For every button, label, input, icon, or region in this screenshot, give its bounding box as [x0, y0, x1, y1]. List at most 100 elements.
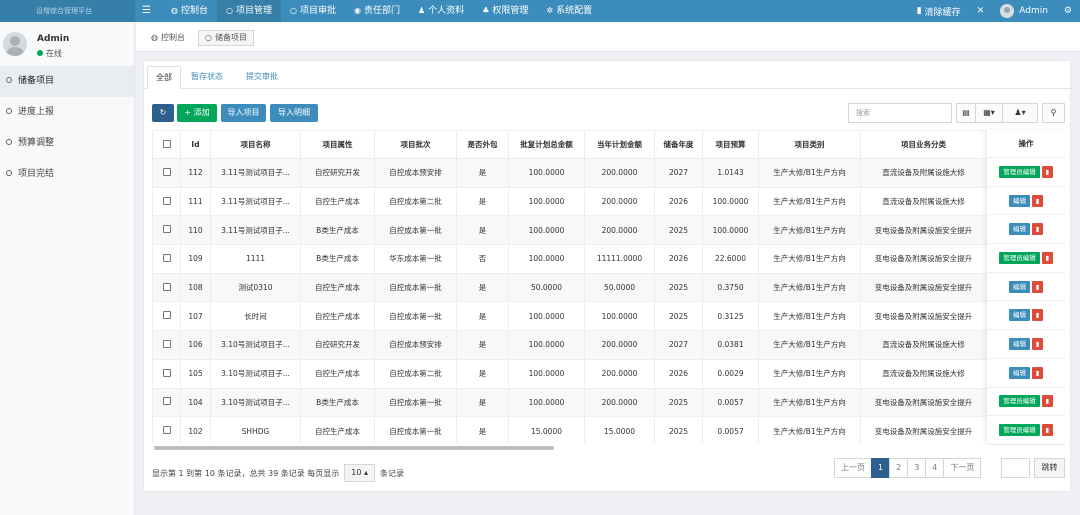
row-checkbox[interactable]	[152, 416, 181, 443]
horizontal-scrollbar[interactable]	[154, 446, 554, 450]
delete-trash-icon[interactable]: ▮	[1032, 309, 1043, 322]
import-project-button[interactable]: 导入项目	[221, 104, 266, 122]
col-outsource[interactable]: 是否外包	[456, 130, 509, 159]
col-annual-plan[interactable]: 当年计划金额	[584, 130, 655, 159]
page-jump-button[interactable]: 跳转	[1034, 458, 1065, 478]
row-checkbox[interactable]	[152, 244, 181, 274]
sidebar-item[interactable]: 项目完结	[0, 159, 134, 190]
table-row[interactable]: 107 长时间 自控生产成本 自控成本第一批是 100.0000 100.0000 2025…	[152, 301, 1065, 332]
row-checkbox[interactable]	[152, 158, 181, 188]
page-jump-input[interactable]	[1001, 458, 1030, 478]
cell-reserve-year: 2025	[654, 272, 703, 303]
breadcrumb-reserve-projects[interactable]: ○ 储备项目	[198, 30, 254, 46]
delete-trash-icon[interactable]: ▮	[1032, 280, 1043, 293]
cell-id: 104	[180, 387, 211, 418]
table-row[interactable]: 105 3.10号测试项目子... 自控生产成本 自控成本第二批是 100.0000 20…	[152, 358, 1065, 389]
col-id[interactable]: Id	[180, 130, 211, 159]
edit-button[interactable]: 编辑	[1009, 309, 1030, 322]
row-checkbox[interactable]	[152, 301, 181, 332]
breadcrumb-dashboard[interactable]: ◍ 控制台	[144, 30, 192, 46]
settings-gear-icon[interactable]: ⚙	[1056, 6, 1080, 16]
page-1-button[interactable]: 1	[871, 458, 891, 478]
tab-submitted[interactable]: 提交审批	[238, 66, 286, 89]
admin-edit-button[interactable]: 管理员编辑	[999, 395, 1040, 408]
table-row[interactable]: 110 3.11号测试项目子... B类生产成本 自控成本第一批是 100.0000 20…	[152, 215, 1065, 246]
user-menu[interactable]: Admin	[992, 4, 1056, 18]
columns-button[interactable]: ▦▾	[975, 103, 1003, 123]
col-reserve-year[interactable]: 储备年度	[654, 130, 703, 159]
sidebar-user-name: Admin	[37, 34, 70, 44]
row-checkbox[interactable]	[152, 358, 181, 389]
table-row[interactable]: 111 3.11号测试项目子... 自控生产成本 自控成本第二批是 100.0000 20…	[152, 186, 1065, 217]
toggle-view-button[interactable]: ▤	[956, 103, 976, 123]
edit-button[interactable]: 编辑	[1009, 223, 1030, 236]
row-checkbox[interactable]	[152, 215, 181, 246]
edit-button[interactable]: 编辑	[1009, 366, 1030, 379]
add-button[interactable]: + 添加	[177, 104, 217, 122]
sidebar-item[interactable]: 储备项目	[0, 66, 134, 97]
col-project-name[interactable]: 项目名称	[210, 130, 301, 159]
topnav-item[interactable]: ♣ 权限管理	[473, 0, 537, 22]
fullscreen-icon[interactable]: ✕	[969, 6, 993, 16]
import-detail-button[interactable]: 导入明细	[270, 104, 318, 122]
delete-trash-icon[interactable]: ▮	[1032, 223, 1043, 236]
table-row[interactable]: 108 测试0310 自控生产成本 自控成本第一批是 50.0000 50.0000 202…	[152, 272, 1065, 303]
topnav-item[interactable]: ♟ 个人资料	[409, 0, 473, 22]
next-page-button[interactable]: 下一页	[943, 458, 982, 478]
table-row[interactable]: 109 1111 B类生产成本 华东成本第一批否 100.0000 11111.0000 2…	[152, 244, 1065, 274]
row-checkbox[interactable]	[152, 186, 181, 217]
topnav-item[interactable]: ○ 项目审批	[281, 0, 345, 22]
delete-trash-icon[interactable]: ▮	[1032, 366, 1043, 379]
circle-icon	[6, 170, 12, 176]
row-checkbox[interactable]	[152, 272, 181, 303]
select-all-checkbox[interactable]	[152, 130, 181, 159]
cell-project-batch: 自控成本第二批	[374, 358, 457, 389]
cell-project-batch: 自控成本第二批	[374, 186, 457, 217]
delete-trash-icon[interactable]: ▮	[1041, 251, 1053, 264]
delete-trash-icon[interactable]: ▮	[1041, 424, 1053, 437]
admin-edit-button[interactable]: 管理员编辑	[999, 251, 1040, 264]
table-row[interactable]: 104 3.10号测试项目子... B类生产成本 自控成本第一批是 100.0000 20…	[152, 387, 1065, 418]
topnav-item[interactable]: ◍ 控制台	[162, 0, 217, 22]
edit-button[interactable]: 编辑	[1009, 337, 1030, 350]
clear-cache-button[interactable]: ▮ 清除缓存	[909, 5, 969, 18]
sidebar-item[interactable]: 进度上报	[0, 97, 134, 128]
delete-trash-icon[interactable]: ▮	[1032, 337, 1043, 350]
export-button[interactable]: ♟▾	[1002, 103, 1038, 123]
col-project-attr[interactable]: 项目属性	[300, 130, 375, 159]
delete-trash-icon[interactable]: ▮	[1032, 194, 1043, 207]
col-category[interactable]: 项目类别	[758, 130, 861, 159]
row-checkbox[interactable]	[152, 330, 181, 360]
page-4-button[interactable]: 4	[925, 458, 945, 478]
admin-edit-button[interactable]: 管理员编辑	[999, 165, 1040, 178]
menu-toggle-icon[interactable]: ☰	[142, 0, 156, 22]
prev-page-button[interactable]: 上一页	[834, 458, 872, 478]
tab-all[interactable]: 全部	[147, 66, 181, 89]
col-approved-total[interactable]: 批复计划总金额	[508, 130, 585, 159]
page-size-select[interactable]: 10 ▴	[344, 464, 375, 482]
edit-button[interactable]: 编辑	[1009, 280, 1030, 293]
cell-id: 112	[180, 158, 211, 188]
col-business-class[interactable]: 项目业务分类	[860, 130, 987, 159]
page-3-button[interactable]: 3	[907, 458, 927, 478]
tab-draft[interactable]: 暂存状态	[183, 66, 231, 89]
topnav-item[interactable]: ◉ 责任部门	[345, 0, 409, 22]
admin-edit-button[interactable]: 管理员编辑	[999, 424, 1040, 437]
topnav-item[interactable]: ○ 项目管理	[217, 0, 281, 22]
col-project-batch[interactable]: 项目批次	[374, 130, 457, 159]
refresh-button[interactable]: ↻	[152, 104, 174, 122]
topnav-item[interactable]: ✲ 系统配置	[537, 0, 601, 22]
sidebar-item[interactable]: 预算调整	[0, 128, 134, 159]
edit-button[interactable]: 编辑	[1009, 194, 1030, 207]
row-checkbox[interactable]	[152, 387, 181, 418]
topnav-label: 项目审批	[299, 6, 336, 16]
col-budget[interactable]: 项目预算	[702, 130, 759, 159]
search-input[interactable]: 搜索	[848, 103, 952, 123]
delete-trash-icon[interactable]: ▮	[1041, 165, 1053, 178]
advanced-search-button[interactable]: ⚲	[1042, 103, 1065, 123]
table-row[interactable]: 112 3.11号测试项目子... 自控研究开发 自控成本预安排是 100.0000 20…	[152, 158, 1065, 188]
delete-trash-icon[interactable]: ▮	[1041, 395, 1053, 408]
table-row[interactable]: 102 SHHDG 自控生产成本 自控成本第一批是 15.0000 15.0000 2025…	[152, 416, 1065, 443]
table-row[interactable]: 106 3.10号测试项目子... 自控研究开发 自控成本预安排是 100.0000 20…	[152, 330, 1065, 360]
page-2-button[interactable]: 2	[889, 458, 909, 478]
